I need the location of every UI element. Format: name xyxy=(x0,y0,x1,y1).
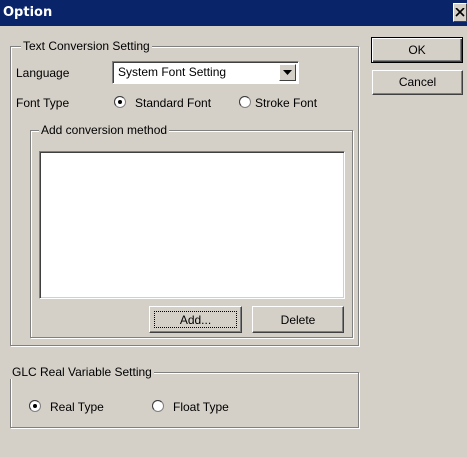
chevron-down-icon xyxy=(283,70,292,75)
delete-button-label: Delete xyxy=(280,313,316,327)
title-bar[interactable]: Option xyxy=(0,0,467,26)
float-type-radio[interactable] xyxy=(152,400,164,412)
delete-button[interactable]: Delete xyxy=(252,306,344,333)
ok-button[interactable]: OK xyxy=(371,37,463,63)
window-title: Option xyxy=(3,5,53,20)
cancel-button-label: Cancel xyxy=(398,75,437,89)
stroke-font-radio[interactable] xyxy=(239,96,251,108)
standard-font-radio[interactable] xyxy=(114,96,126,108)
ok-button-label: OK xyxy=(408,43,426,57)
language-dropdown-button[interactable] xyxy=(279,64,296,81)
language-label: Language xyxy=(16,66,70,80)
glc-group-label: GLC Real Variable Setting xyxy=(10,365,154,379)
cancel-button[interactable]: Cancel xyxy=(372,70,463,95)
standard-font-label[interactable]: Standard Font xyxy=(135,96,211,110)
conversion-method-list[interactable] xyxy=(39,151,345,299)
font-type-label: Font Type xyxy=(16,96,70,110)
language-select-value: System Font Setting xyxy=(118,65,227,79)
real-type-label[interactable]: Real Type xyxy=(50,400,104,414)
float-type-label[interactable]: Float Type xyxy=(173,400,229,414)
real-type-radio[interactable] xyxy=(29,400,41,412)
add-button-focus xyxy=(154,311,237,328)
option-dialog: Option OK Cancel Text Conversion Setting… xyxy=(0,0,467,457)
language-select[interactable]: System Font Setting xyxy=(112,61,299,84)
close-icon xyxy=(455,8,465,17)
add-button[interactable]: Add... xyxy=(149,306,242,333)
text-conversion-group-label: Text Conversion Setting xyxy=(21,39,152,53)
stroke-font-label[interactable]: Stroke Font xyxy=(255,96,317,110)
add-conversion-group-label: Add conversion method xyxy=(39,123,170,137)
close-button[interactable] xyxy=(453,3,467,22)
